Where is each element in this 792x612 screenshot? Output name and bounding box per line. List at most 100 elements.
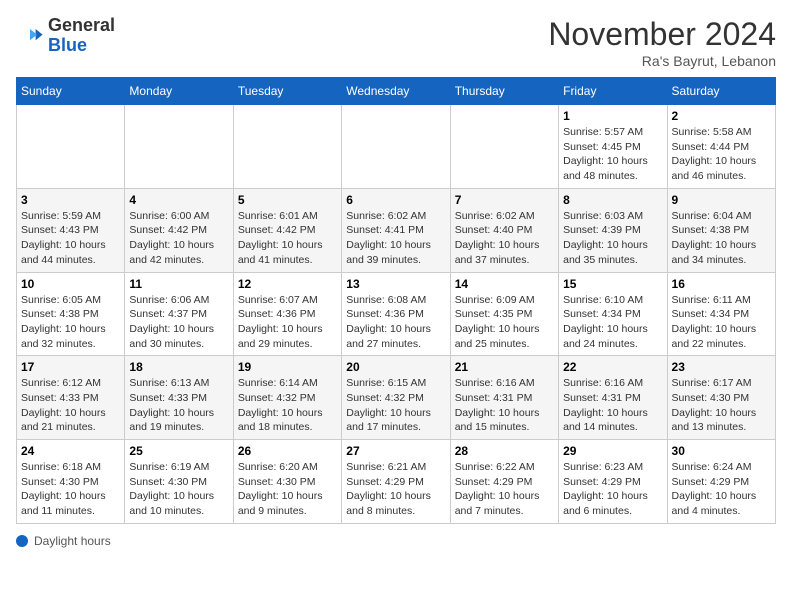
calendar-cell: 9 Sunrise: 6:04 AMSunset: 4:38 PMDaylight…	[667, 188, 775, 272]
logo-blue-text: Blue	[48, 35, 87, 55]
calendar-cell: 10 Sunrise: 6:05 AMSunset: 4:38 PMDayligh…	[17, 272, 125, 356]
day-info: Sunrise: 6:05 AMSunset: 4:38 PMDaylight:…	[21, 293, 120, 352]
day-number: 11	[129, 277, 228, 291]
calendar-cell: 14 Sunrise: 6:09 AMSunset: 4:35 PMDayligh…	[450, 272, 558, 356]
calendar-cell: 1Sunrise: 5:57 AMSunset: 4:45 PMDaylight…	[559, 105, 667, 189]
calendar-day-header: Wednesday	[342, 78, 450, 105]
day-number: 9	[672, 193, 771, 207]
day-number: 6	[346, 193, 445, 207]
calendar-cell: 16 Sunrise: 6:11 AMSunset: 4:34 PMDayligh…	[667, 272, 775, 356]
calendar-cell: 6 Sunrise: 6:02 AMSunset: 4:41 PMDaylight…	[342, 188, 450, 272]
calendar-cell: 28 Sunrise: 6:22 AMSunset: 4:29 PMDayligh…	[450, 440, 558, 524]
day-number: 23	[672, 360, 771, 374]
day-number: 5	[238, 193, 337, 207]
day-info: Sunrise: 6:01 AMSunset: 4:42 PMDaylight:…	[238, 209, 337, 268]
calendar-week-row: 10 Sunrise: 6:05 AMSunset: 4:38 PMDayligh…	[17, 272, 776, 356]
day-number: 10	[21, 277, 120, 291]
day-number: 2	[672, 109, 771, 123]
calendar-header-row: SundayMondayTuesdayWednesdayThursdayFrid…	[17, 78, 776, 105]
day-number: 13	[346, 277, 445, 291]
day-info: Sunrise: 6:17 AMSunset: 4:30 PMDaylight:…	[672, 376, 771, 435]
day-info: Sunrise: 6:08 AMSunset: 4:36 PMDaylight:…	[346, 293, 445, 352]
day-info: Sunrise: 6:21 AMSunset: 4:29 PMDaylight:…	[346, 460, 445, 519]
day-info: Sunrise: 6:02 AMSunset: 4:41 PMDaylight:…	[346, 209, 445, 268]
day-number: 26	[238, 444, 337, 458]
day-info: Sunrise: 6:24 AMSunset: 4:29 PMDaylight:…	[672, 460, 771, 519]
calendar-day-header: Sunday	[17, 78, 125, 105]
day-number: 17	[21, 360, 120, 374]
day-info: Sunrise: 6:19 AMSunset: 4:30 PMDaylight:…	[129, 460, 228, 519]
day-number: 28	[455, 444, 554, 458]
calendar-cell: 11Sunrise: 6:06 AMSunset: 4:37 PMDayligh…	[125, 272, 233, 356]
day-number: 14	[455, 277, 554, 291]
calendar-cell	[17, 105, 125, 189]
calendar-week-row: 17Sunrise: 6:12 AMSunset: 4:33 PMDayligh…	[17, 356, 776, 440]
day-number: 3	[21, 193, 120, 207]
day-info: Sunrise: 6:22 AMSunset: 4:29 PMDaylight:…	[455, 460, 554, 519]
calendar-cell: 7 Sunrise: 6:02 AMSunset: 4:40 PMDaylight…	[450, 188, 558, 272]
calendar-cell: 13 Sunrise: 6:08 AMSunset: 4:36 PMDayligh…	[342, 272, 450, 356]
location: Ra's Bayrut, Lebanon	[548, 53, 776, 69]
calendar-cell: 5 Sunrise: 6:01 AMSunset: 4:42 PMDaylight…	[233, 188, 341, 272]
logo: General Blue	[16, 16, 115, 56]
day-number: 7	[455, 193, 554, 207]
calendar-day-header: Tuesday	[233, 78, 341, 105]
day-number: 29	[563, 444, 662, 458]
calendar-footer: Daylight hours	[16, 534, 776, 548]
page-header: General Blue November 2024 Ra's Bayrut, …	[16, 16, 776, 69]
day-info: Sunrise: 6:20 AMSunset: 4:30 PMDaylight:…	[238, 460, 337, 519]
day-number: 21	[455, 360, 554, 374]
day-number: 15	[563, 277, 662, 291]
calendar-cell: 18 Sunrise: 6:13 AMSunset: 4:33 PMDayligh…	[125, 356, 233, 440]
month-title: November 2024	[548, 16, 776, 53]
calendar-cell: 21Sunrise: 6:16 AMSunset: 4:31 PMDayligh…	[450, 356, 558, 440]
day-number: 25	[129, 444, 228, 458]
day-info: Sunrise: 6:00 AMSunset: 4:42 PMDaylight:…	[129, 209, 228, 268]
day-info: Sunrise: 6:03 AMSunset: 4:39 PMDaylight:…	[563, 209, 662, 268]
calendar-cell: 24Sunrise: 6:18 AMSunset: 4:30 PMDayligh…	[17, 440, 125, 524]
calendar-cell	[450, 105, 558, 189]
calendar-cell: 23 Sunrise: 6:17 AMSunset: 4:30 PMDayligh…	[667, 356, 775, 440]
calendar-day-header: Friday	[559, 78, 667, 105]
calendar-cell: 12Sunrise: 6:07 AMSunset: 4:36 PMDayligh…	[233, 272, 341, 356]
day-number: 16	[672, 277, 771, 291]
day-number: 8	[563, 193, 662, 207]
calendar-cell: 15 Sunrise: 6:10 AMSunset: 4:34 PMDayligh…	[559, 272, 667, 356]
daylight-dot	[16, 535, 28, 547]
logo-general-text: General	[48, 15, 115, 35]
calendar-day-header: Thursday	[450, 78, 558, 105]
day-info: Sunrise: 6:16 AMSunset: 4:31 PMDaylight:…	[563, 376, 662, 435]
title-block: November 2024 Ra's Bayrut, Lebanon	[548, 16, 776, 69]
day-info: Sunrise: 6:10 AMSunset: 4:34 PMDaylight:…	[563, 293, 662, 352]
day-number: 20	[346, 360, 445, 374]
calendar-cell: 2Sunrise: 5:58 AMSunset: 4:44 PMDaylight…	[667, 105, 775, 189]
calendar-cell: 29Sunrise: 6:23 AMSunset: 4:29 PMDayligh…	[559, 440, 667, 524]
calendar-week-row: 3 Sunrise: 5:59 AMSunset: 4:43 PMDaylight…	[17, 188, 776, 272]
calendar-cell: 3 Sunrise: 5:59 AMSunset: 4:43 PMDaylight…	[17, 188, 125, 272]
day-info: Sunrise: 6:14 AMSunset: 4:32 PMDaylight:…	[238, 376, 337, 435]
calendar-cell: 25 Sunrise: 6:19 AMSunset: 4:30 PMDayligh…	[125, 440, 233, 524]
day-info: Sunrise: 6:15 AMSunset: 4:32 PMDaylight:…	[346, 376, 445, 435]
day-number: 12	[238, 277, 337, 291]
calendar-week-row: 1Sunrise: 5:57 AMSunset: 4:45 PMDaylight…	[17, 105, 776, 189]
day-info: Sunrise: 6:09 AMSunset: 4:35 PMDaylight:…	[455, 293, 554, 352]
day-info: Sunrise: 6:04 AMSunset: 4:38 PMDaylight:…	[672, 209, 771, 268]
day-info: Sunrise: 6:11 AMSunset: 4:34 PMDaylight:…	[672, 293, 771, 352]
daylight-label: Daylight hours	[34, 534, 111, 548]
calendar-day-header: Monday	[125, 78, 233, 105]
day-number: 18	[129, 360, 228, 374]
day-info: Sunrise: 6:02 AMSunset: 4:40 PMDaylight:…	[455, 209, 554, 268]
day-number: 19	[238, 360, 337, 374]
calendar-cell	[233, 105, 341, 189]
calendar-cell: 8 Sunrise: 6:03 AMSunset: 4:39 PMDaylight…	[559, 188, 667, 272]
calendar-cell: 17Sunrise: 6:12 AMSunset: 4:33 PMDayligh…	[17, 356, 125, 440]
day-info: Sunrise: 6:13 AMSunset: 4:33 PMDaylight:…	[129, 376, 228, 435]
calendar-cell: 19 Sunrise: 6:14 AMSunset: 4:32 PMDayligh…	[233, 356, 341, 440]
calendar-week-row: 24Sunrise: 6:18 AMSunset: 4:30 PMDayligh…	[17, 440, 776, 524]
calendar-day-header: Saturday	[667, 78, 775, 105]
logo-icon	[16, 22, 44, 50]
day-info: Sunrise: 5:59 AMSunset: 4:43 PMDaylight:…	[21, 209, 120, 268]
calendar-cell: 20 Sunrise: 6:15 AMSunset: 4:32 PMDayligh…	[342, 356, 450, 440]
calendar-table: SundayMondayTuesdayWednesdayThursdayFrid…	[16, 77, 776, 524]
day-info: Sunrise: 5:57 AMSunset: 4:45 PMDaylight:…	[563, 125, 662, 184]
